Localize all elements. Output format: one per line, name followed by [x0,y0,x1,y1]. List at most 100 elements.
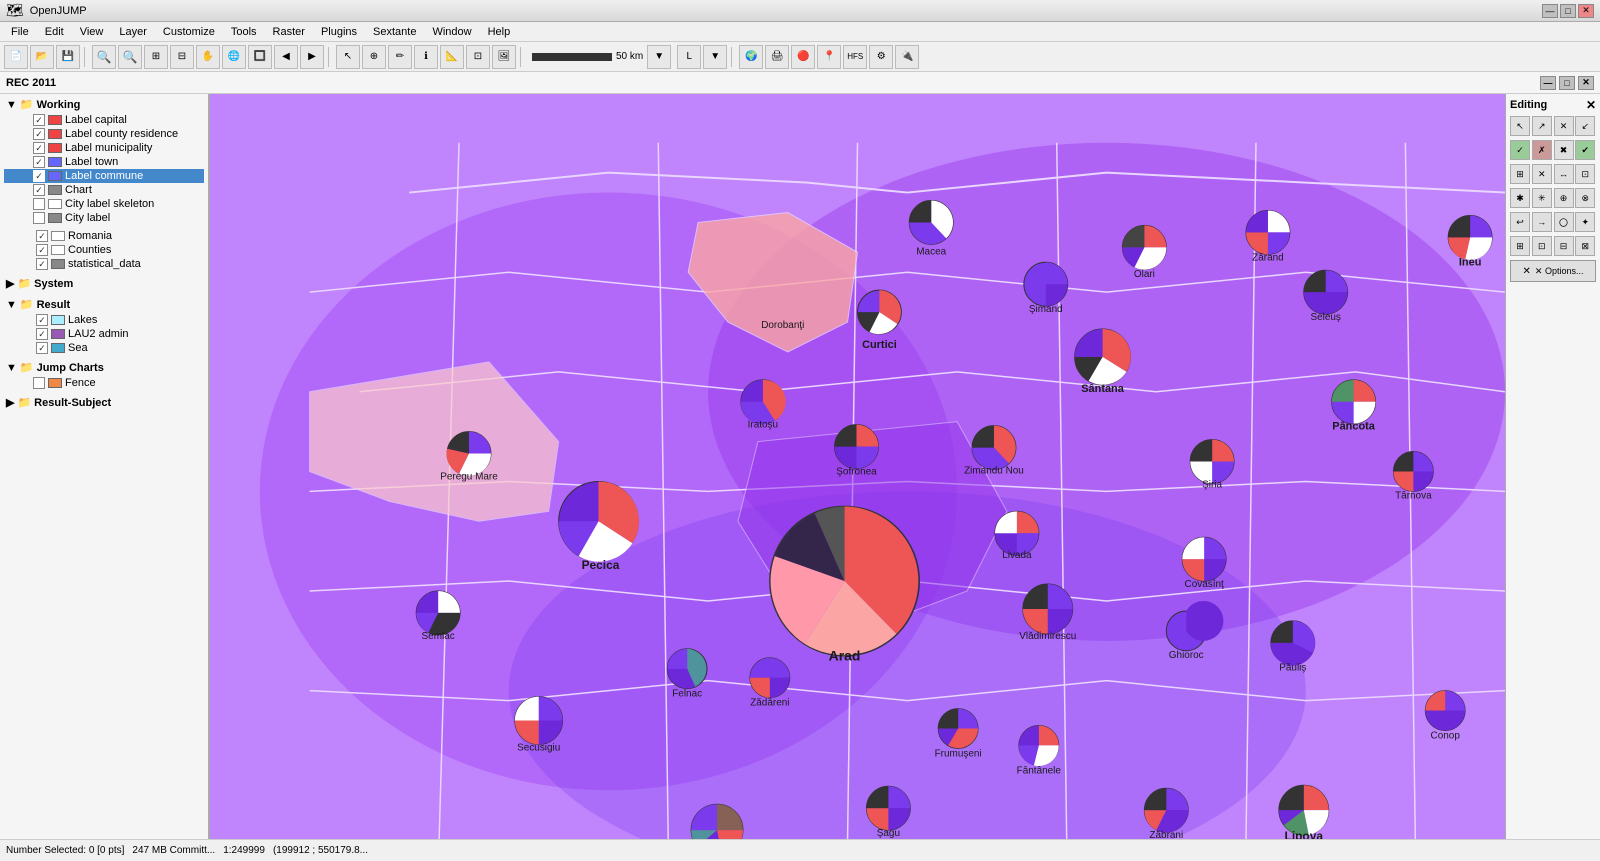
edit-x3-btn[interactable]: ✕ [1532,164,1552,184]
edit-ok-btn[interactable]: ✓ [1510,140,1530,160]
window-controls[interactable]: — □ ✕ [1542,4,1594,18]
edit-o-btn[interactable]: 〇 [1554,212,1574,232]
layer-romania[interactable]: Romania [4,229,204,243]
layer-lau2[interactable]: LAU2 admin [4,327,204,341]
layer-group-jump-charts[interactable]: ▼ 📁 Jump Charts Fence [0,357,208,392]
layer-statistical[interactable]: statistical_data [4,257,204,271]
edit-plus-btn[interactable]: ⊕ [1554,188,1574,208]
edit-minus-btn[interactable]: ⊟ [1554,236,1574,256]
lakes-checkbox[interactable] [36,314,48,326]
layer-fence[interactable]: Fence [4,376,204,390]
edit-target2-btn[interactable]: ⊡ [1532,236,1552,256]
label-county-checkbox[interactable] [33,128,45,140]
zoom-prev-button[interactable]: ◀ [274,45,298,69]
edit-button[interactable]: ✏ [388,45,412,69]
zoom-next-button[interactable]: ▶ [300,45,324,69]
level-button[interactable]: L [677,45,701,69]
edit-move-btn[interactable]: ↙ [1575,116,1595,136]
settings-button[interactable]: ⚙ [869,45,893,69]
rec-close[interactable]: ✕ [1578,76,1594,90]
layer-group-working[interactable]: ▼ 📁 Working Label capital Label county r… [0,94,208,227]
zoom-select-button[interactable]: ⊟ [170,45,194,69]
edit-star-btn[interactable]: ✱ [1510,188,1530,208]
edit-select-btn[interactable]: ↖ [1510,116,1530,136]
scale-options[interactable]: ▼ [647,45,671,69]
menu-customize[interactable]: Customize [156,23,222,41]
label-town-checkbox[interactable] [33,156,45,168]
layer-chart[interactable]: Chart [4,183,204,197]
system-group-header[interactable]: ▶ 📁 System [4,275,204,292]
move-button[interactable]: ⊕ [362,45,386,69]
edit-arrow-btn[interactable]: ↔ [1554,164,1574,184]
fence-checkbox[interactable] [33,377,45,389]
edit-target-btn[interactable]: ⊡ [1575,164,1595,184]
menu-sextante[interactable]: Sextante [366,23,423,41]
edit-undo-btn[interactable]: ↩ [1510,212,1530,232]
measure-button[interactable]: 📐 [440,45,464,69]
pan-button[interactable]: ✋ [196,45,220,69]
zoom-full-button[interactable]: 🌐 [222,45,246,69]
romania-checkbox[interactable] [36,230,48,242]
edit-redo-btn[interactable]: → [1532,212,1552,232]
minimize-button[interactable]: — [1542,4,1558,18]
layer-label-capital[interactable]: Label capital [4,113,204,127]
menu-view[interactable]: View [73,23,111,41]
zoom-out-button[interactable]: 🔍 [118,45,142,69]
layer-group-result-subject[interactable]: ▶ 📁 Result-Subject [0,392,208,413]
layer-city-label[interactable]: City label [4,211,204,225]
select-button[interactable]: ↖ [336,45,360,69]
editing-close[interactable]: ✕ [1586,98,1596,112]
close-button[interactable]: ✕ [1578,4,1594,18]
edit-circle-btn[interactable]: ⊗ [1575,188,1595,208]
menu-raster[interactable]: Raster [266,23,312,41]
open-button[interactable]: 📂 [30,45,54,69]
maximize-button[interactable]: □ [1560,4,1576,18]
rec-minimize[interactable]: — [1540,76,1556,90]
options-button[interactable]: ✕ ✕ Options... [1510,260,1596,282]
menu-file[interactable]: File [4,23,36,41]
fence-button[interactable]: ⊡ [466,45,490,69]
hfs-button[interactable]: HFS [843,45,867,69]
edit-select2-btn[interactable]: ↗ [1532,116,1552,136]
edit-cancel-btn[interactable]: ✗ [1532,140,1552,160]
edit-box-btn[interactable]: ⊠ [1575,236,1595,256]
sea-checkbox[interactable] [36,342,48,354]
layer-sea[interactable]: Sea [4,341,204,355]
lau2-checkbox[interactable] [36,328,48,340]
layer-lakes[interactable]: Lakes [4,313,204,327]
globe-button[interactable]: 🌍 [739,45,763,69]
zoom-in-button[interactable]: 🔍 [92,45,116,69]
result-subject-header[interactable]: ▶ 📁 Result-Subject [4,394,204,411]
gps-button[interactable]: 📍 [817,45,841,69]
map-area[interactable]: Arad Curtici Macea Olari Zărand Ineu Şim… [210,94,1505,839]
snap-button[interactable]: 🔴 [791,45,815,69]
edit-star2-btn[interactable]: ✳ [1532,188,1552,208]
city-skeleton-checkbox[interactable] [33,198,45,210]
menu-help[interactable]: Help [481,23,518,41]
city-label-checkbox[interactable] [33,212,45,224]
layer-label-commune[interactable]: Label commune [4,169,204,183]
layer-label-county[interactable]: Label county residence [4,127,204,141]
working-group-header[interactable]: ▼ 📁 Working [4,96,204,113]
menu-edit[interactable]: Edit [38,23,71,41]
jump-charts-group-header[interactable]: ▼ 📁 Jump Charts [4,359,204,376]
layer-label-municipality[interactable]: Label municipality [4,141,204,155]
counties-checkbox[interactable] [36,244,48,256]
result-group-header[interactable]: ▼ 📁 Result [4,296,204,313]
level-dropdown[interactable]: ▼ [703,45,727,69]
plugin-button[interactable]: 🔌 [895,45,919,69]
rec-maximize[interactable]: □ [1559,76,1575,90]
zoom-layer-button[interactable]: ⊞ [144,45,168,69]
label-municipality-checkbox[interactable] [33,142,45,154]
label-commune-checkbox[interactable] [33,170,45,182]
save-button[interactable]: 💾 [56,45,80,69]
print-button[interactable]: 🖨 [765,45,789,69]
edit-chk-btn[interactable]: ✔ [1575,140,1595,160]
layer-counties[interactable]: Counties [4,243,204,257]
menu-plugins[interactable]: Plugins [314,23,364,41]
image-button[interactable]: 🖼 [492,45,516,69]
layer-city-skeleton[interactable]: City label skeleton [4,197,204,211]
edit-diamond-btn[interactable]: ✦ [1575,212,1595,232]
edit-x2-btn[interactable]: ✖ [1554,140,1574,160]
menu-tools[interactable]: Tools [224,23,264,41]
